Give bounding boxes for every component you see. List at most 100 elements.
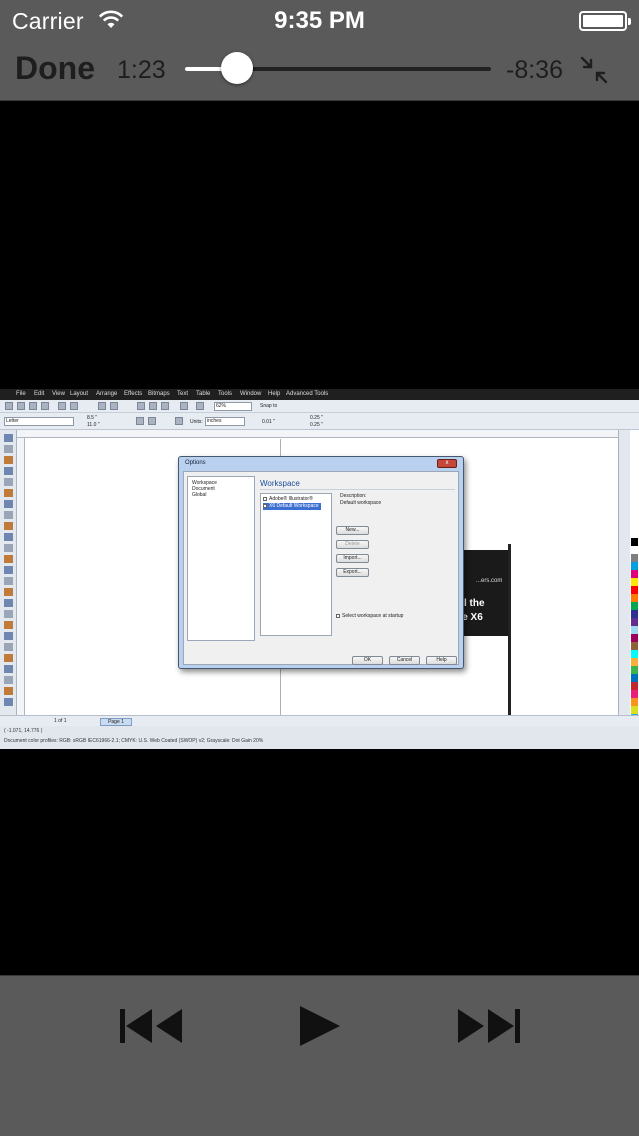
status-bar: Carrier 9:35 PM — [0, 0, 639, 40]
battery-icon — [579, 11, 631, 31]
player-top-bar: Carrier 9:35 PM Done 1:23 -8:36 — [0, 0, 639, 101]
options-dialog: Options x Workspace Document Global Work… — [178, 456, 464, 669]
tool-icon — [4, 654, 13, 662]
color-profiles: Document color profiles: RGB: sRGB IEC61… — [4, 738, 264, 744]
exit-fullscreen-icon[interactable] — [578, 54, 610, 86]
scrubber-controls: Done 1:23 -8:36 — [0, 40, 639, 100]
cursor-coords: ( -1.071, 14.776 ) — [4, 728, 43, 734]
palette-swatch — [631, 642, 638, 650]
tree-item-global: Global — [192, 492, 207, 498]
menu-item-help: Help — [268, 391, 281, 397]
nudge-value: 0.01 " — [262, 419, 275, 425]
tool-icon — [4, 555, 13, 563]
menu-item-advanced-tools: Advanced Tools — [286, 391, 329, 397]
scrubber-thumb[interactable] — [221, 52, 254, 84]
done-button[interactable]: Done — [15, 50, 95, 87]
workspace-item-default: X6 Default Workspace — [263, 503, 321, 510]
skip-forward-icon[interactable] — [456, 1006, 522, 1046]
snap-to-label: Snap to — [260, 403, 278, 409]
palette-swatch — [631, 674, 638, 682]
palette-swatch — [631, 666, 638, 674]
palette-swatch — [631, 698, 638, 706]
menu-item-view: View — [52, 391, 65, 397]
export-workspace-button: Export... — [336, 568, 369, 577]
promo-url: ...ers.com — [476, 578, 503, 584]
tool-icon — [4, 577, 13, 585]
tool-icon — [4, 533, 13, 541]
tool-icon — [4, 456, 13, 464]
import-workspace-button: Import... — [336, 554, 369, 563]
app-menu-bar: File Edit View Layout Arrange Effects Bitmaps T… — [0, 389, 639, 400]
ok-button: OK — [352, 656, 383, 665]
tool-icon — [4, 665, 13, 673]
menu-item-bitmaps: Bitmaps — [148, 391, 170, 397]
new-workspace-button: New... — [336, 526, 369, 535]
tool-icon — [4, 698, 13, 706]
description-value: Default workspace — [340, 500, 382, 506]
menu-item-text: Text — [177, 391, 189, 397]
vertical-ruler — [17, 438, 25, 715]
menu-item-table: Table — [196, 391, 211, 397]
palette-swatch — [631, 570, 638, 578]
workspace-heading: Workspace — [260, 479, 300, 488]
page-size-field: Letter — [4, 417, 74, 426]
toolbox — [0, 430, 17, 715]
docker-panel — [618, 430, 630, 715]
palette-swatch — [631, 554, 638, 562]
play-icon[interactable] — [298, 1006, 342, 1046]
video-area[interactable]: File Edit View Layout Arrange Effects Bitmaps T… — [0, 101, 639, 975]
options-tree: Workspace Document Global — [187, 476, 255, 641]
video-frame: File Edit View Layout Arrange Effects Bitmaps T… — [0, 389, 639, 749]
palette-swatch — [631, 682, 638, 690]
menu-item-tools: Tools — [218, 391, 233, 397]
dialog-close-icon: x — [437, 459, 457, 468]
promo-line-1: l the — [464, 598, 485, 609]
palette-swatch — [631, 562, 638, 570]
palette-swatch — [631, 634, 638, 642]
help-button: Help — [426, 656, 457, 665]
menu-item-edit: Edit — [34, 391, 45, 397]
skip-back-icon[interactable] — [118, 1006, 184, 1046]
tool-icon — [4, 445, 13, 453]
menu-item-file: File — [16, 391, 26, 397]
page-shadow — [508, 544, 511, 715]
tool-icon — [4, 489, 13, 497]
palette-swatch — [631, 706, 638, 714]
units-field: inches — [205, 417, 245, 426]
menu-item-window: Window — [240, 391, 262, 397]
tool-icon — [4, 632, 13, 640]
status-time: 9:35 PM — [274, 7, 365, 34]
palette-swatch — [631, 594, 638, 602]
palette-swatch — [631, 690, 638, 698]
color-palette — [630, 430, 639, 722]
menu-item-arrange: Arrange — [96, 391, 118, 397]
tool-icon — [4, 467, 13, 475]
workspace-item-illustrator: Adobe® Illustrator® — [263, 496, 315, 503]
tool-icon — [4, 544, 13, 552]
app-status-bar: ( -1.071, 14.776 ) Document color profil… — [0, 726, 639, 749]
workspace-list: Adobe® Illustrator® X6 Default Workspace — [260, 493, 332, 636]
duplicate-x: 0.25 " — [310, 415, 323, 421]
elapsed-time: 1:23 — [117, 56, 166, 84]
property-bar: Letter 8.5 " 11.0 " Units: inches 0.01 "… — [0, 413, 639, 430]
dialog-body: Workspace Document Global Workspace Adob… — [183, 471, 459, 665]
palette-swatch — [631, 586, 638, 594]
cancel-button: Cancel — [389, 656, 420, 665]
battery-fill — [583, 15, 623, 27]
description-label: Description: — [340, 493, 367, 499]
palette-swatch — [631, 578, 638, 586]
tool-icon — [4, 511, 13, 519]
dialog-title: Options — [185, 460, 206, 466]
page-navigator: 1 of 1 Page 1 — [0, 715, 639, 726]
page-height: 11.0 " — [87, 422, 100, 428]
duplicate-y: 0.25 " — [310, 422, 323, 428]
tool-icon — [4, 500, 13, 508]
tool-icon — [4, 687, 13, 695]
palette-swatch — [631, 626, 638, 634]
tool-icon — [4, 522, 13, 530]
palette-swatch — [631, 618, 638, 626]
remaining-time: -8:36 — [506, 56, 563, 84]
transport-controls — [0, 975, 639, 1136]
tool-icon — [4, 599, 13, 607]
horizontal-ruler — [17, 430, 639, 438]
